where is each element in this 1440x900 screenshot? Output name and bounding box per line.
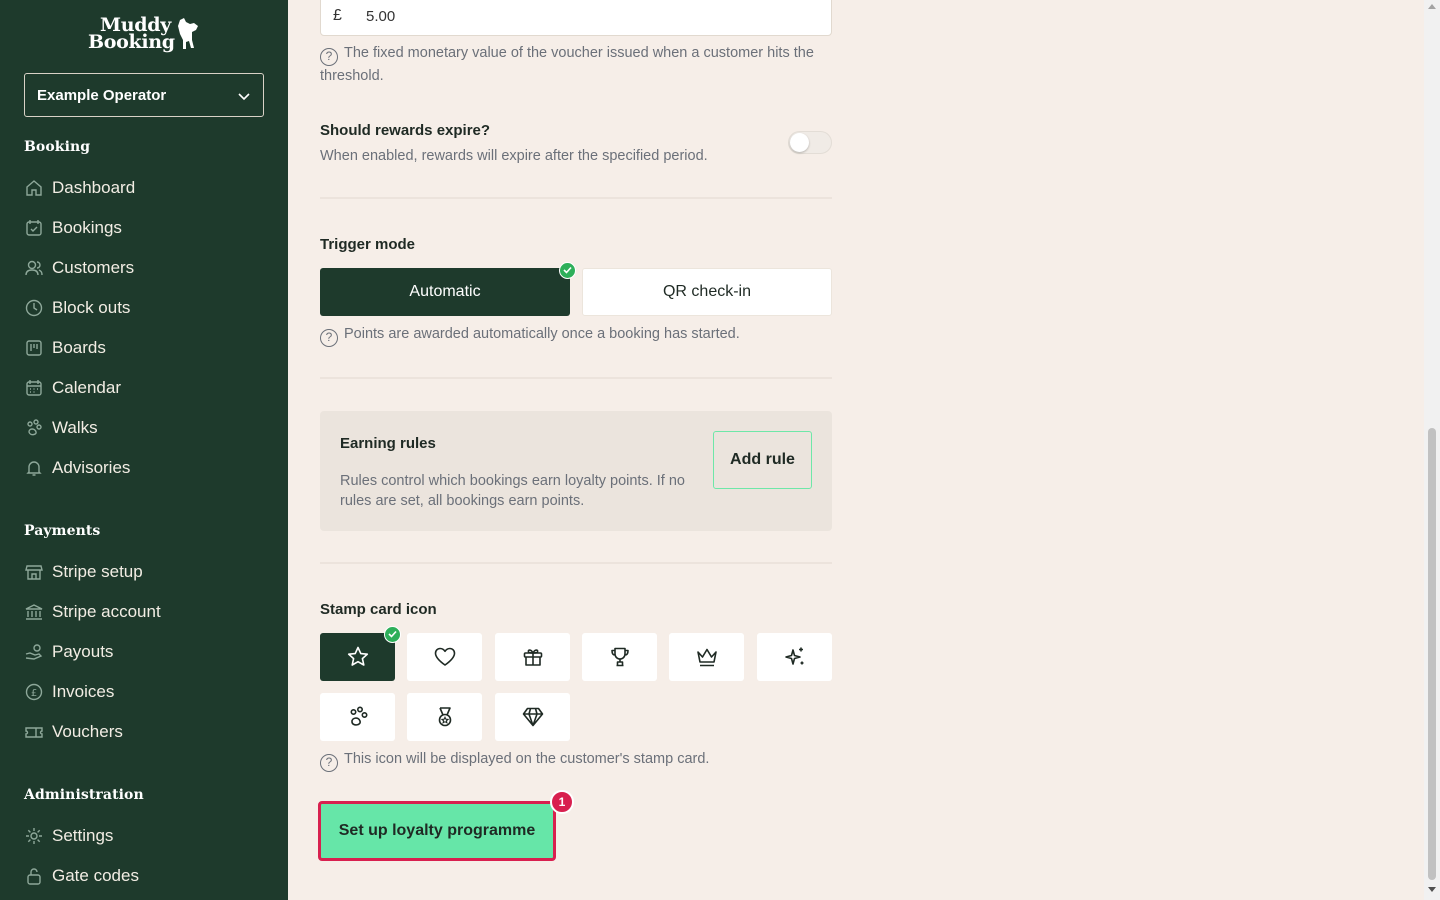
trigger-option-qr-check-in[interactable]: QR check-in: [582, 268, 832, 316]
set-up-loyalty-programme-button[interactable]: Set up loyalty programme: [318, 801, 556, 861]
sidebar-item-stripe-setup[interactable]: Stripe setup: [24, 560, 143, 584]
sidebar-item-stripe-account[interactable]: Stripe account: [24, 600, 161, 624]
help-icon: ?: [320, 48, 338, 66]
users-icon: [25, 260, 43, 276]
sidebar-item-customers[interactable]: Customers: [24, 256, 134, 280]
sidebar-item-calendar[interactable]: Calendar: [24, 376, 121, 400]
operator-select-value: Example Operator: [37, 86, 167, 104]
operator-select[interactable]: Example Operator: [24, 73, 264, 117]
paw-icon: [27, 419, 42, 436]
sidebar-item-advisories[interactable]: Advisories: [24, 456, 130, 480]
lock-icon: [27, 868, 41, 885]
help-icon: ?: [320, 754, 338, 772]
stamp-option-trophy[interactable]: [582, 633, 657, 681]
stamp-option-paw[interactable]: [320, 693, 395, 741]
trophy-icon: [610, 647, 629, 667]
earning-rules-description: Rules control which bookings earn loyalt…: [340, 473, 685, 509]
stamp-card-icon-label: Stamp card icon: [320, 601, 437, 618]
star-icon: [347, 646, 368, 666]
error-count-badge: 1: [550, 790, 574, 814]
calendar-icon: [26, 380, 42, 396]
sidebar-item-bookings[interactable]: Bookings: [24, 216, 122, 240]
heart-icon: [434, 647, 455, 666]
sparkles-icon: [784, 647, 803, 665]
help-icon: ?: [320, 329, 338, 347]
voucher-value-help: ? The fixed monetary value of the voucher…: [320, 45, 814, 84]
sidebar: Muddy Booking Example Operator Booking D…: [0, 0, 288, 900]
divider: [320, 377, 832, 379]
sidebar-item-block-outs[interactable]: Block outs: [24, 296, 130, 320]
trigger-mode-label: Trigger mode: [320, 236, 416, 253]
scroll-up-arrow-icon[interactable]: [1428, 4, 1436, 9]
stamp-icon-help: ? This icon will be displayed on the cust…: [320, 749, 709, 772]
hand-coins-icon: [25, 644, 43, 660]
sidebar-item-gate-codes[interactable]: Gate codes: [24, 864, 139, 888]
crown-icon: [696, 648, 717, 667]
stamp-option-medal[interactable]: [407, 693, 482, 741]
stamp-option-star[interactable]: [320, 633, 395, 681]
stamp-option-crown[interactable]: [669, 633, 744, 681]
kanban-icon: [26, 340, 42, 356]
divider: [320, 197, 832, 199]
earning-rules-card: Earning rules Rules control which bookin…: [320, 411, 832, 531]
divider: [320, 562, 832, 564]
svg-text:£: £: [31, 688, 37, 699]
selected-check-icon: [384, 626, 401, 643]
add-rule-button[interactable]: Add rule: [713, 431, 812, 489]
stamp-option-diamond[interactable]: [495, 693, 570, 741]
bell-icon: [26, 461, 42, 476]
calendar-check-icon: [26, 220, 42, 236]
sidebar-item-invoices[interactable]: £ Invoices: [24, 680, 114, 704]
sidebar-item-settings[interactable]: Settings: [24, 824, 113, 848]
stamp-option-heart[interactable]: [407, 633, 482, 681]
sidebar-item-payouts[interactable]: Payouts: [24, 640, 113, 664]
section-title-booking: Booking: [24, 139, 91, 155]
muddy-booking-logo[interactable]: Muddy Booking: [86, 14, 202, 56]
section-title-payments: Payments: [24, 523, 101, 539]
selected-check-icon: [559, 262, 576, 279]
gear-icon: [26, 828, 42, 844]
trigger-option-automatic[interactable]: Automatic: [320, 268, 570, 316]
voucher-value: 5.00: [366, 8, 396, 25]
sidebar-item-vouchers[interactable]: Vouchers: [24, 720, 123, 744]
sidebar-item-dashboard[interactable]: Dashboard: [24, 176, 135, 200]
diamond-icon: [522, 707, 543, 727]
home-icon: [26, 180, 42, 196]
toggle-knob: [790, 133, 809, 152]
section-title-administration: Administration: [24, 787, 144, 803]
bank-icon: [25, 604, 43, 620]
pound-coin-icon: £: [25, 683, 43, 701]
main-content: £ 5.00 ? The fixed monetary value of the …: [288, 0, 1424, 900]
scroll-down-arrow-icon[interactable]: [1428, 887, 1436, 892]
paw-icon: [350, 706, 367, 726]
medal-icon: [438, 707, 451, 727]
voucher-value-input[interactable]: £ 5.00: [320, 0, 832, 36]
clock-icon: [25, 299, 43, 317]
sidebar-item-walks[interactable]: Walks: [24, 416, 98, 440]
store-icon: [25, 565, 43, 580]
expire-description: When enabled, rewards will expire after …: [320, 148, 708, 164]
stamp-option-sparkles[interactable]: [757, 633, 832, 681]
earning-rules-title: Earning rules: [340, 435, 436, 452]
expire-toggle[interactable]: [788, 131, 832, 154]
trigger-mode-help: ? Points are awarded automatically once a…: [320, 324, 740, 347]
scrollbar-thumb[interactable]: [1428, 428, 1436, 880]
stamp-option-gift[interactable]: [495, 633, 570, 681]
chevron-down-icon: [238, 93, 250, 101]
gift-icon: [523, 649, 542, 666]
expire-label: Should rewards expire?: [320, 122, 491, 139]
dog-logo-icon: [178, 18, 198, 49]
currency-prefix: £: [333, 7, 342, 24]
scrollbar[interactable]: [1424, 0, 1440, 900]
sidebar-item-boards[interactable]: Boards: [24, 336, 106, 360]
ticket-icon: [25, 727, 43, 738]
